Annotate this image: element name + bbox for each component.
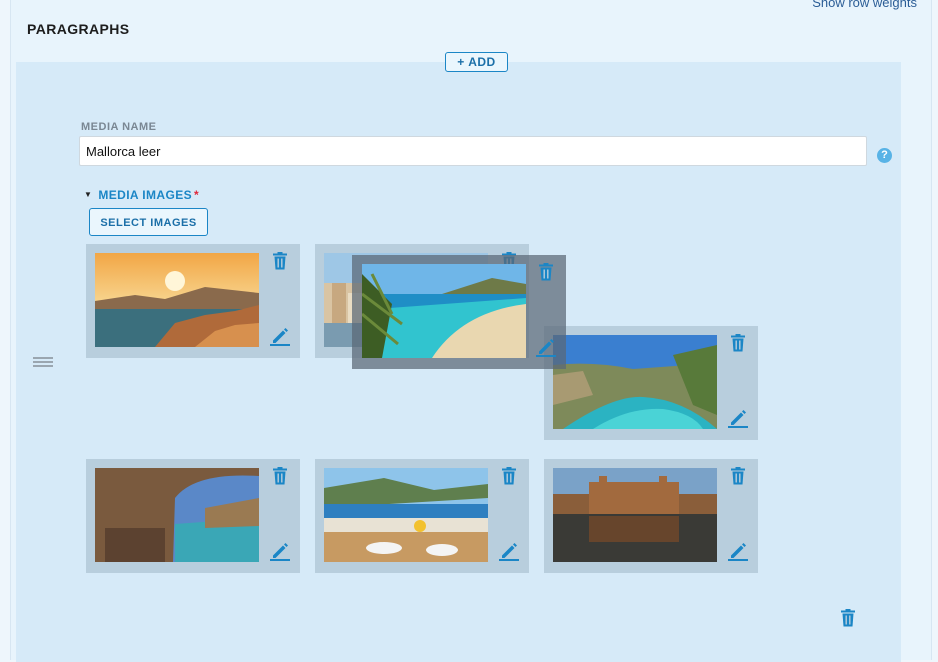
edit-pencil-icon[interactable] [499,541,519,561]
help-icon[interactable]: ? [877,148,892,163]
add-paragraph-button[interactable]: + ADD [445,52,508,72]
image-thumbnail [553,468,717,562]
media-tile-4[interactable] [86,459,300,573]
trash-icon[interactable] [730,334,746,352]
media-tile-5[interactable] [315,459,529,573]
trash-icon[interactable] [272,252,288,270]
trash-icon[interactable] [538,263,554,281]
section-title: PARAGRAPHS [27,21,130,37]
media-tile-3[interactable] [544,326,758,440]
image-thumbnail [95,468,259,562]
trash-icon[interactable] [730,467,746,485]
media-images-label: MEDIA IMAGES [98,188,193,202]
image-thumbnail [324,468,488,562]
trash-icon[interactable] [272,467,288,485]
edit-pencil-icon[interactable] [270,326,290,346]
caret-down-icon: ▼ [84,190,93,199]
dragging-media-tile[interactable] [352,255,566,369]
media-tile-1[interactable] [86,244,300,358]
media-name-input[interactable] [79,136,867,166]
select-images-button[interactable]: SELECT IMAGES [89,208,208,236]
media-images-toggle[interactable]: ▼ MEDIA IMAGES * [84,188,199,202]
edit-pencil-icon[interactable] [728,541,748,561]
image-thumbnail [95,253,259,347]
required-marker: * [194,188,200,202]
image-thumbnail [362,264,526,358]
remove-paragraph-trash-icon[interactable] [840,609,856,627]
drag-handle-icon[interactable] [33,357,53,367]
image-thumbnail [553,335,717,429]
media-name-label: MEDIA NAME [81,121,157,133]
edit-pencil-icon[interactable] [270,541,290,561]
edit-pencil-icon[interactable] [728,408,748,428]
edit-pencil-icon[interactable] [536,337,556,357]
trash-icon[interactable] [501,467,517,485]
media-tile-6[interactable] [544,459,758,573]
show-row-weights-link[interactable]: Show row weights [812,0,917,10]
